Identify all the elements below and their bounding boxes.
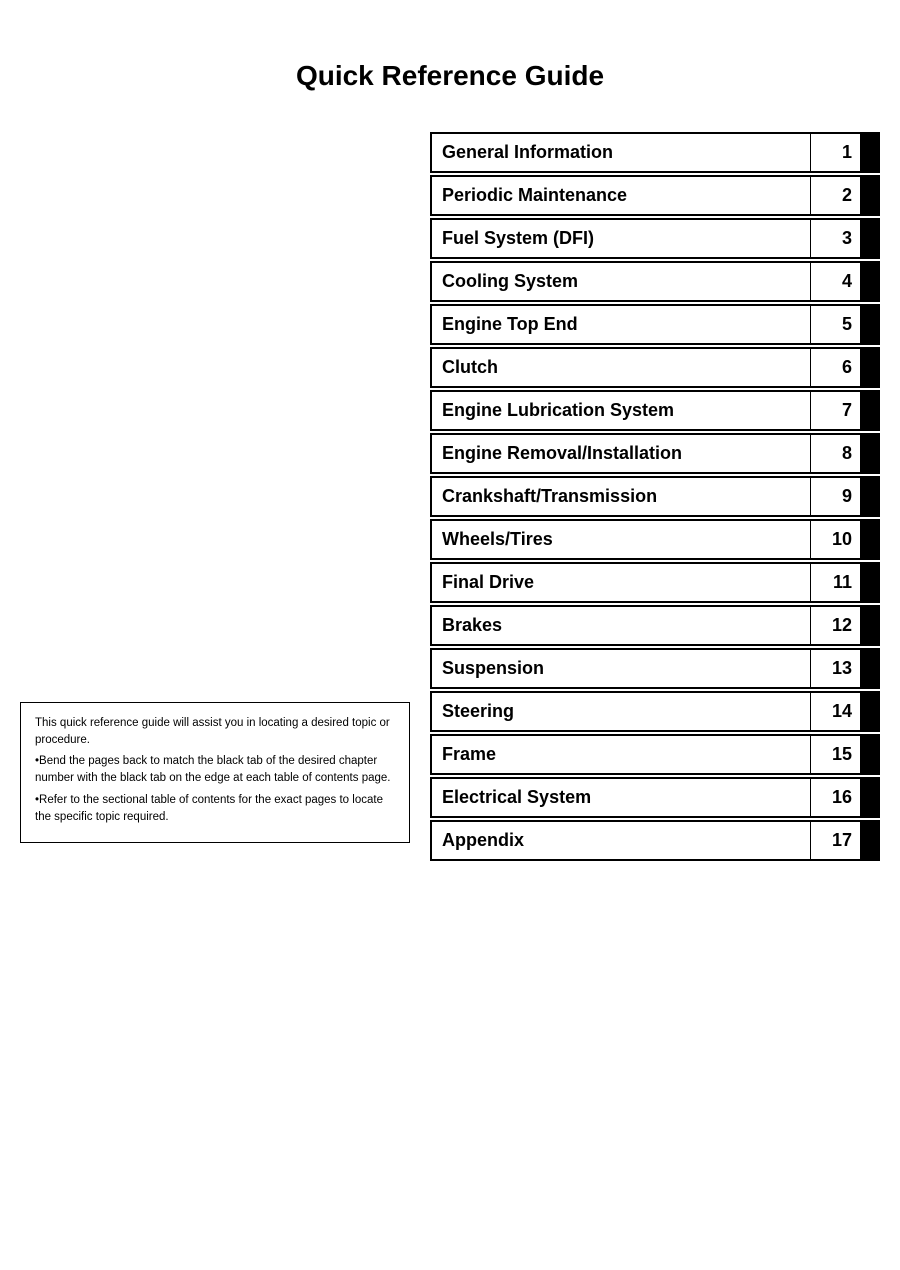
toc-number: 13	[810, 650, 860, 687]
toc-label: Periodic Maintenance	[432, 177, 810, 214]
toc-row[interactable]: Electrical System16	[430, 777, 880, 818]
toc-label: Appendix	[432, 822, 810, 859]
toc-row[interactable]: Frame15	[430, 734, 880, 775]
toc-row[interactable]: Periodic Maintenance2	[430, 175, 880, 216]
toc-black-tab	[860, 134, 878, 171]
toc-label: Crankshaft/Transmission	[432, 478, 810, 515]
toc-row[interactable]: Clutch6	[430, 347, 880, 388]
toc-black-tab	[860, 306, 878, 343]
info-bullet2: •Refer to the sectional table of content…	[35, 792, 395, 827]
toc-black-tab	[860, 779, 878, 816]
toc-label: Cooling System	[432, 263, 810, 300]
toc-number: 16	[810, 779, 860, 816]
toc-number: 6	[810, 349, 860, 386]
toc-number: 1	[810, 134, 860, 171]
page-title: Quick Reference Guide	[0, 0, 900, 132]
toc-label: Steering	[432, 693, 810, 730]
info-bullet1: •Bend the pages back to match the black …	[35, 753, 395, 788]
toc-number: 11	[810, 564, 860, 601]
toc-black-tab	[860, 263, 878, 300]
toc-black-tab	[860, 478, 878, 515]
toc-row[interactable]: Engine Lubrication System7	[430, 390, 880, 431]
toc-black-tab	[860, 564, 878, 601]
toc-row[interactable]: General Information1	[430, 132, 880, 173]
toc-row[interactable]: Steering14	[430, 691, 880, 732]
info-intro: This quick reference guide will assist y…	[35, 715, 395, 750]
toc-label: Brakes	[432, 607, 810, 644]
toc-black-tab	[860, 392, 878, 429]
toc-number: 9	[810, 478, 860, 515]
toc-label: Wheels/Tires	[432, 521, 810, 558]
toc-label: Engine Lubrication System	[432, 392, 810, 429]
toc-row[interactable]: Wheels/Tires10	[430, 519, 880, 560]
toc-number: 8	[810, 435, 860, 472]
toc-number: 3	[810, 220, 860, 257]
toc-label: Suspension	[432, 650, 810, 687]
info-box: This quick reference guide will assist y…	[20, 702, 410, 844]
toc-number: 14	[810, 693, 860, 730]
toc-number: 10	[810, 521, 860, 558]
toc-black-tab	[860, 607, 878, 644]
toc-row[interactable]: Engine Top End5	[430, 304, 880, 345]
toc-black-tab	[860, 521, 878, 558]
toc-label: Fuel System (DFI)	[432, 220, 810, 257]
toc-row[interactable]: Final Drive11	[430, 562, 880, 603]
left-panel: This quick reference guide will assist y…	[20, 132, 410, 863]
toc-label: Clutch	[432, 349, 810, 386]
toc-number: 7	[810, 392, 860, 429]
toc-black-tab	[860, 177, 878, 214]
toc-list: General Information1Periodic Maintenance…	[430, 132, 880, 861]
toc-label: Engine Top End	[432, 306, 810, 343]
toc-black-tab	[860, 693, 878, 730]
toc-number: 2	[810, 177, 860, 214]
toc-row[interactable]: Engine Removal/Installation8	[430, 433, 880, 474]
toc-label: Final Drive	[432, 564, 810, 601]
toc-black-tab	[860, 822, 878, 859]
toc-number: 15	[810, 736, 860, 773]
toc-black-tab	[860, 220, 878, 257]
toc-number: 17	[810, 822, 860, 859]
toc-black-tab	[860, 736, 878, 773]
toc-panel: General Information1Periodic Maintenance…	[430, 132, 880, 863]
toc-number: 5	[810, 306, 860, 343]
toc-label: General Information	[432, 134, 810, 171]
toc-row[interactable]: Suspension13	[430, 648, 880, 689]
toc-row[interactable]: Cooling System4	[430, 261, 880, 302]
toc-label: Engine Removal/Installation	[432, 435, 810, 472]
toc-row[interactable]: Brakes12	[430, 605, 880, 646]
toc-black-tab	[860, 349, 878, 386]
toc-black-tab	[860, 650, 878, 687]
toc-row[interactable]: Fuel System (DFI)3	[430, 218, 880, 259]
toc-number: 12	[810, 607, 860, 644]
toc-label: Electrical System	[432, 779, 810, 816]
toc-number: 4	[810, 263, 860, 300]
toc-row[interactable]: Appendix17	[430, 820, 880, 861]
toc-black-tab	[860, 435, 878, 472]
toc-row[interactable]: Crankshaft/Transmission9	[430, 476, 880, 517]
toc-label: Frame	[432, 736, 810, 773]
